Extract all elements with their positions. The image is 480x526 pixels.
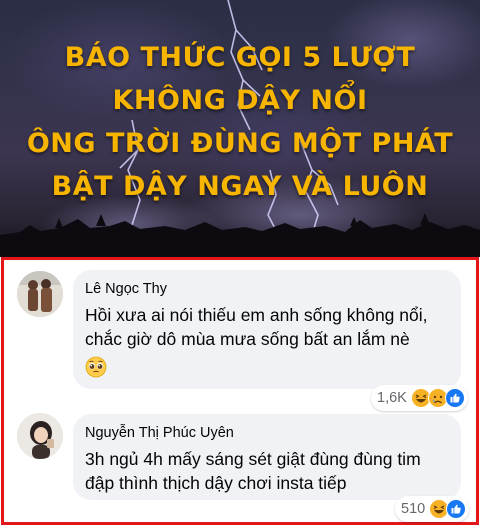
user-avatar-icon: [17, 271, 63, 317]
reaction-count: 510: [401, 501, 426, 517]
like-icon: [444, 388, 465, 408]
banner-line-3: ÔNG TRỜI ĐÙNG MỘT PHÁT: [26, 128, 454, 159]
comment-text: Hồi xưa ai nói thiếu em anh sống không n…: [85, 305, 428, 349]
banner-line-4: BẬT DẬY NGAY VÀ LUÔN: [51, 171, 429, 202]
like-icon: [446, 499, 467, 519]
reaction-summary[interactable]: 510: [395, 496, 470, 522]
pleading-face-icon: [85, 356, 449, 378]
comment-text: 3h ngủ 4h mấy sáng sét giật đùng đùng ti…: [85, 449, 421, 493]
banner-headline: BÁO THỨC GỌI 5 LƯỢT KHÔNG DẬY NỔI ÔNG TR…: [0, 36, 480, 208]
banner-image: BÁO THỨC GỌI 5 LƯỢT KHÔNG DẬY NỔI ÔNG TR…: [0, 0, 480, 257]
banner-line-1: BÁO THỨC GỌI 5 LƯỢT: [64, 42, 416, 73]
comments-panel: Lê Ngọc Thy Hồi xưa ai nói thiếu em anh …: [1, 257, 479, 525]
comment-author[interactable]: Nguyễn Thị Phúc Uyên: [85, 424, 449, 442]
avatar[interactable]: [17, 271, 63, 317]
comment-bubble: Nguyễn Thị Phúc Uyên 3h ngủ 4h mấy sáng …: [73, 414, 461, 500]
reaction-summary[interactable]: 1,6K: [371, 385, 468, 411]
reaction-count: 1,6K: [377, 390, 407, 406]
comment-bubble: Lê Ngọc Thy Hồi xưa ai nói thiếu em anh …: [73, 270, 461, 389]
user-avatar-icon: [17, 413, 63, 459]
avatar[interactable]: [17, 413, 63, 459]
banner-line-2: KHÔNG DẬY NỔI: [112, 85, 368, 116]
comment-author[interactable]: Lê Ngọc Thy: [85, 280, 449, 298]
